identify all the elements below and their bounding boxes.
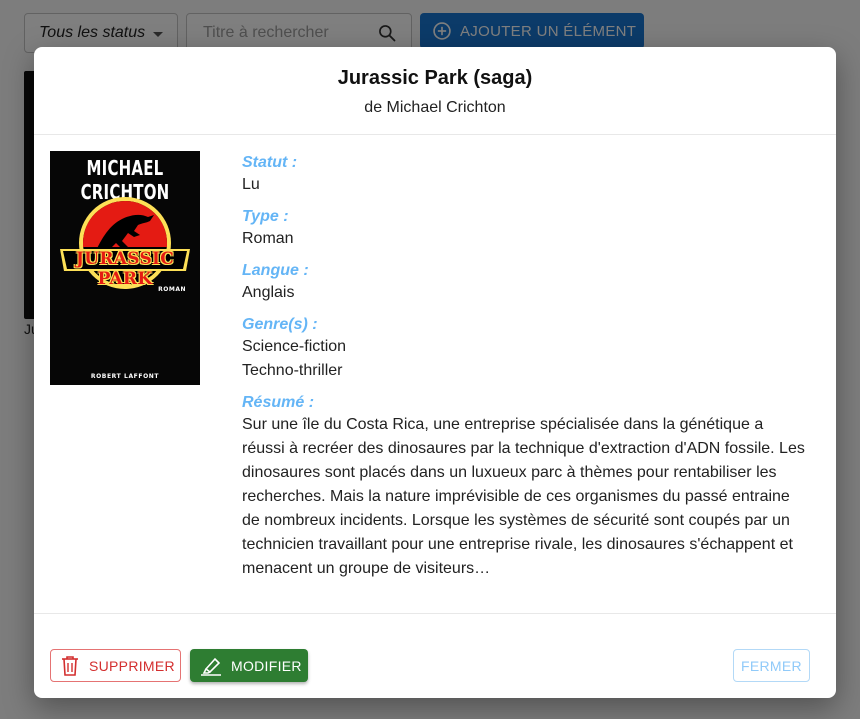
- field-status: Statut : Lu: [242, 153, 822, 197]
- field-summary: Résumé : Sur une île du Costa Rica, une …: [242, 393, 822, 581]
- dialog-subtitle: de Michael Crichton: [364, 99, 506, 116]
- dialog-actions: Supprimer Modifier Fermer: [34, 614, 836, 699]
- type-value: Roman: [242, 230, 294, 247]
- genre-value: Techno-thriller: [242, 362, 343, 379]
- cover-logo-text: JURASSIC PARK: [75, 249, 175, 289]
- close-label: Fermer: [741, 657, 802, 674]
- field-type: Type : Roman: [242, 207, 822, 251]
- dialog-header: Jurassic Park (saga) de Michael Crichton: [34, 47, 836, 135]
- highlighter-icon: [200, 656, 222, 676]
- field-language: Langue : Anglais: [242, 261, 822, 305]
- book-cover-image: MICHAEL CRICHTON JURASSIC PARK ROMAN ROB…: [50, 151, 200, 385]
- status-label: Statut :: [242, 154, 298, 171]
- summary-line: dinosaures sont placés dans un luxueux p…: [242, 464, 777, 481]
- genre-value: Science-fiction: [242, 338, 347, 355]
- delete-button[interactable]: Supprimer: [50, 649, 181, 682]
- summary-line: de nombreux incidents. Lorsque les systè…: [242, 512, 790, 529]
- type-label: Type :: [242, 208, 289, 225]
- summary-line: recherches. Mais la nature imprévisible …: [242, 488, 790, 505]
- summary-line: technicien travaillant pour une entrepri…: [242, 536, 793, 553]
- item-details: Statut : Lu Type : Roman Langue : Anglai…: [242, 153, 822, 591]
- close-button[interactable]: Fermer: [733, 649, 810, 682]
- item-detail-dialog: Jurassic Park (saga) de Michael Crichton…: [34, 47, 836, 698]
- dialog-title: Jurassic Park (saga): [337, 67, 533, 89]
- summary-text: Sur une île du Costa Rica, une entrepris…: [242, 413, 822, 581]
- language-label: Langue :: [242, 262, 309, 279]
- field-genres: Genre(s) : Science-fiction Techno-thrill…: [242, 315, 822, 383]
- summary-line: Sur une île du Costa Rica, une entrepris…: [242, 416, 764, 433]
- genres-label: Genre(s) :: [242, 316, 318, 333]
- status-value: Lu: [242, 176, 260, 193]
- cover-genre: ROMAN: [158, 286, 186, 293]
- dialog-content: MICHAEL CRICHTON JURASSIC PARK ROMAN ROB…: [34, 135, 836, 614]
- trash-icon: [60, 655, 80, 677]
- edit-button[interactable]: Modifier: [190, 649, 308, 682]
- summary-label: Résumé :: [242, 394, 315, 411]
- language-value: Anglais: [242, 284, 295, 301]
- edit-label: Modifier: [231, 657, 302, 674]
- cover-publisher: ROBERT LAFFONT: [90, 373, 160, 380]
- summary-line: réussi à recréer des dinosaures par la t…: [242, 440, 805, 457]
- delete-label: Supprimer: [89, 657, 175, 674]
- summary-line: menacent un groupe de visiteurs…: [242, 560, 491, 577]
